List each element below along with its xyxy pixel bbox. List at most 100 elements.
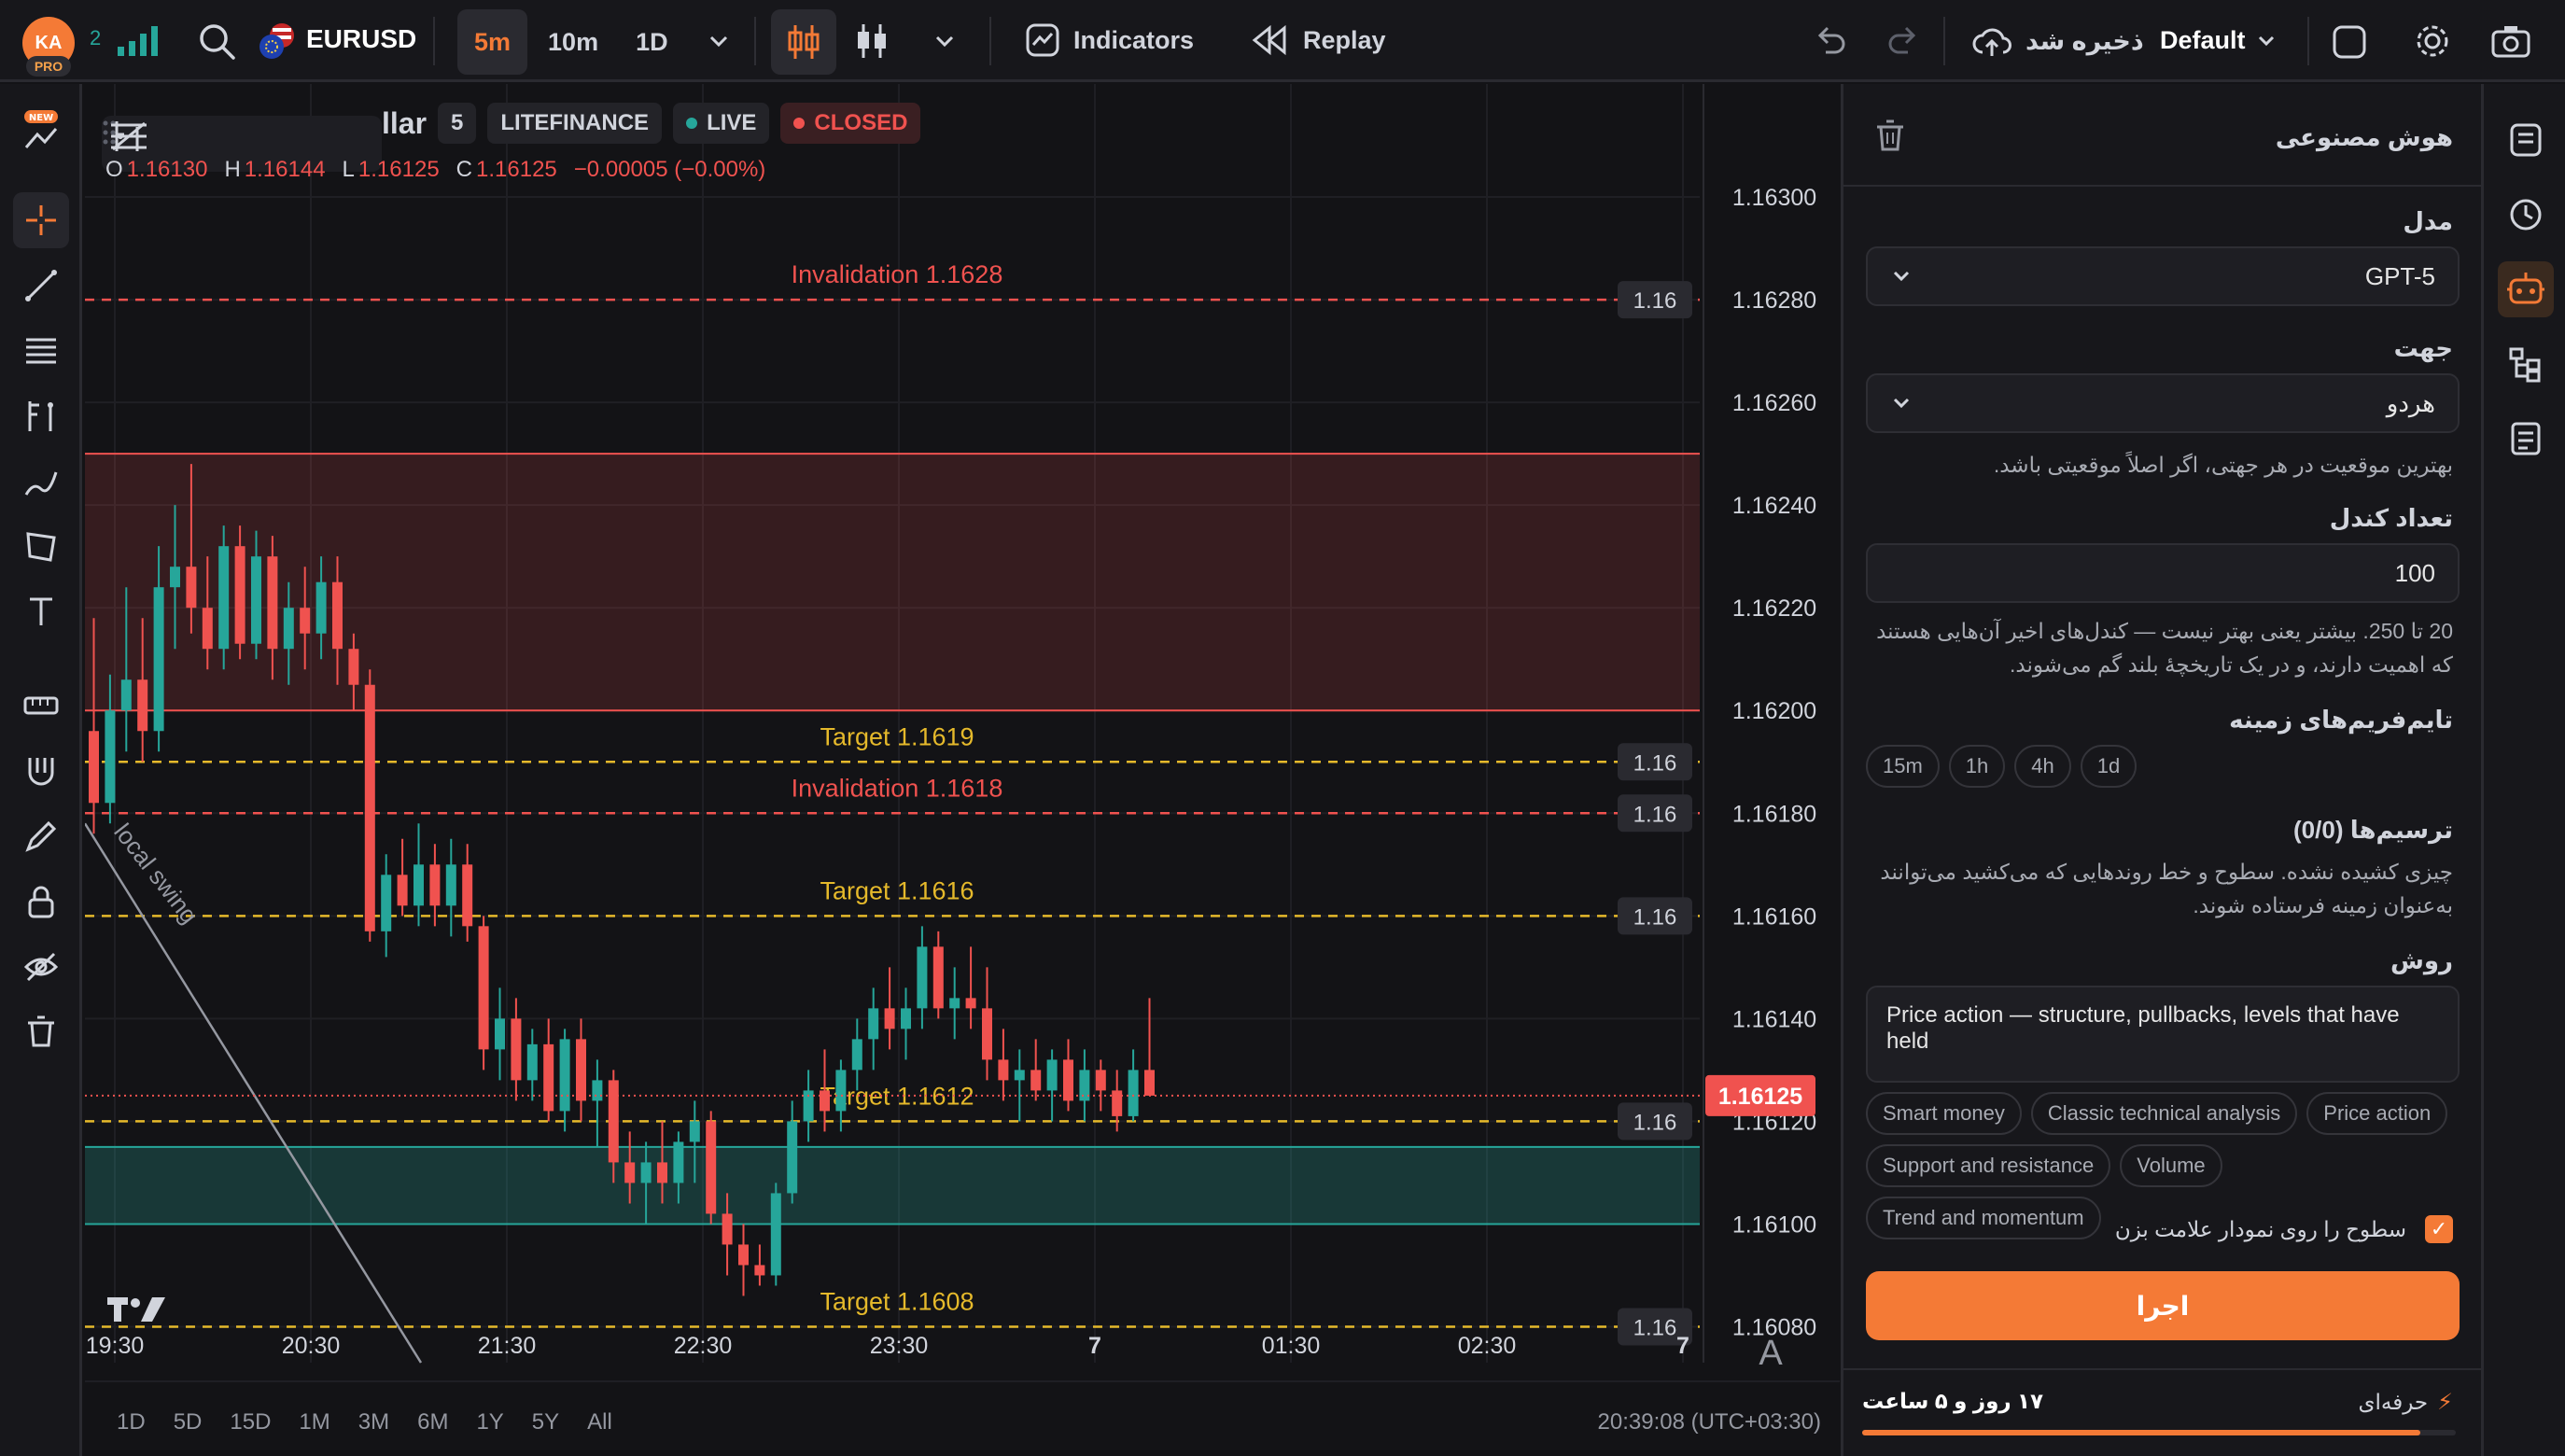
replay-icon bbox=[1252, 24, 1286, 56]
trendline-tool-icon[interactable] bbox=[13, 258, 69, 314]
candle-body bbox=[689, 1121, 700, 1142]
bars-chart-type-icon[interactable] bbox=[853, 21, 890, 66]
camera-icon[interactable] bbox=[2490, 22, 2531, 64]
drawings-label: ترسیم‌ها (0/0) bbox=[2292, 816, 2453, 844]
candle-body bbox=[251, 556, 261, 644]
candle-body bbox=[884, 1008, 895, 1029]
timeframe-selector: 5m 10m 1D bbox=[457, 9, 685, 75]
ai-robot-icon[interactable] bbox=[2498, 261, 2554, 317]
direction-select[interactable]: هردو bbox=[1866, 373, 2460, 433]
symbol-name[interactable]: EURUSD bbox=[306, 24, 416, 54]
live-label: LIVE bbox=[707, 110, 757, 135]
layout-selector[interactable]: Default bbox=[2160, 26, 2278, 55]
search-icon[interactable] bbox=[196, 21, 237, 66]
range-6m[interactable]: 6M bbox=[417, 1409, 448, 1435]
price-tick-label: 1.16100 bbox=[1732, 1211, 1816, 1238]
replay-button[interactable]: Replay bbox=[1234, 22, 1403, 58]
text-tool-icon[interactable] bbox=[13, 584, 69, 640]
ruler-icon[interactable] bbox=[13, 678, 69, 734]
object-tree-icon[interactable] bbox=[2498, 336, 2554, 392]
range-15d[interactable]: 15D bbox=[230, 1409, 271, 1435]
candle-body bbox=[495, 1018, 505, 1050]
timeframe-1d[interactable]: 1D bbox=[619, 9, 685, 75]
fullscreen-icon[interactable] bbox=[2332, 24, 2367, 64]
range-1m[interactable]: 1M bbox=[299, 1409, 329, 1435]
price-chart[interactable]: Invalidation 1.1628 1.16 Target 1.1619 1.16… bbox=[85, 84, 1840, 1456]
price-tick-label: 1.16260 bbox=[1732, 390, 1816, 416]
mark-levels-row[interactable]: ✓ سطوح را روی نمودار علامت بزن bbox=[2115, 1215, 2453, 1243]
undo-icon[interactable] bbox=[1813, 22, 1850, 64]
chart-clock[interactable]: 20:39:08 (UTC+03:30) bbox=[1598, 1409, 1821, 1435]
clock-alerts-icon[interactable] bbox=[2498, 187, 2554, 243]
method-textarea[interactable]: Price action — structure, pullbacks, lev… bbox=[1866, 986, 2460, 1083]
cloud-upload-icon bbox=[1972, 28, 2011, 56]
htf-chip-15m[interactable]: 15m bbox=[1866, 745, 1940, 788]
range-all[interactable]: All bbox=[587, 1409, 612, 1435]
new-feature-icon[interactable]: NEW bbox=[13, 103, 69, 159]
timeframe-10m[interactable]: 10m bbox=[531, 9, 615, 75]
run-button[interactable]: اجرا bbox=[1866, 1271, 2460, 1340]
candle-body bbox=[1063, 1059, 1073, 1101]
method-chip-volume[interactable]: Volume bbox=[2120, 1144, 2222, 1187]
method-chip-classic-ta[interactable]: Classic technical analysis bbox=[2030, 1092, 2298, 1135]
model-select[interactable]: GPT-5 bbox=[1866, 246, 2460, 306]
range-5d[interactable]: 5D bbox=[174, 1409, 203, 1435]
method-chip-support-resistance[interactable]: Support and resistance bbox=[1866, 1144, 2111, 1187]
candle-body bbox=[202, 608, 213, 650]
candle-body bbox=[949, 998, 960, 1009]
supply-zone bbox=[85, 454, 1700, 711]
signal-strength-icon[interactable] bbox=[116, 24, 161, 63]
candle-body bbox=[998, 1059, 1009, 1081]
chart-canvas[interactable]: Invalidation 1.1628 1.16 Target 1.1619 1.16… bbox=[85, 84, 1840, 1456]
pro-badge: PRO bbox=[26, 56, 71, 77]
auto-scale-button[interactable]: A bbox=[1759, 1334, 1783, 1373]
save-status-button[interactable]: ذخیره شد bbox=[1971, 22, 2144, 60]
method-chip-price-action[interactable]: Price action bbox=[2306, 1092, 2448, 1135]
candles-input[interactable]: 100 bbox=[1866, 543, 2460, 603]
candle-body bbox=[234, 546, 245, 644]
settings-gear-icon[interactable] bbox=[2414, 22, 2451, 64]
candle-body bbox=[381, 875, 392, 931]
method-chip-smart-money[interactable]: Smart money bbox=[1866, 1092, 2022, 1135]
method-chip-trend-momentum[interactable]: Trend and momentum bbox=[1866, 1197, 2101, 1239]
indicators-button[interactable]: Indicators bbox=[1008, 22, 1211, 58]
range-3m[interactable]: 3M bbox=[358, 1409, 389, 1435]
pattern-tool-icon[interactable] bbox=[13, 519, 69, 575]
delete-trash-icon[interactable] bbox=[1871, 118, 1909, 160]
htf-chip-4h[interactable]: 4h bbox=[2014, 745, 2071, 788]
mark-levels-checkbox[interactable]: ✓ bbox=[2425, 1215, 2453, 1243]
fib-levels-tool-icon[interactable] bbox=[13, 323, 69, 379]
range-5y[interactable]: 5Y bbox=[532, 1409, 559, 1435]
watchlist-icon[interactable] bbox=[2498, 112, 2554, 168]
candle-body bbox=[592, 1080, 603, 1101]
pitchfork-tool-icon[interactable] bbox=[13, 388, 69, 444]
htf-chip-1h[interactable]: 1h bbox=[1948, 745, 2006, 788]
candles-chart-type-icon[interactable] bbox=[771, 9, 836, 75]
notes-icon[interactable] bbox=[2498, 411, 2554, 467]
chart-type-dropdown-icon[interactable] bbox=[932, 28, 958, 59]
range-1d[interactable]: 1D bbox=[117, 1409, 146, 1435]
trash-icon[interactable] bbox=[13, 1004, 69, 1060]
timeframe-5m[interactable]: 5m bbox=[457, 9, 528, 75]
magnet-icon[interactable] bbox=[13, 743, 69, 799]
brush-tool-icon[interactable] bbox=[13, 454, 69, 510]
htf-chip-1d[interactable]: 1d bbox=[2080, 745, 2138, 788]
candle-body bbox=[315, 581, 327, 634]
crosshair-icon[interactable] bbox=[13, 192, 69, 248]
time-tick-label: 22:30 bbox=[674, 1333, 733, 1359]
hide-eye-icon[interactable] bbox=[13, 939, 69, 995]
price-tick-label: 1.16180 bbox=[1732, 801, 1816, 827]
closed-label: CLOSED bbox=[814, 110, 908, 135]
timeframe-dropdown-icon[interactable] bbox=[706, 28, 732, 59]
lock-icon[interactable] bbox=[13, 874, 69, 930]
plan-label: حرفه‌ای bbox=[2358, 1390, 2429, 1414]
range-1y[interactable]: 1Y bbox=[476, 1409, 503, 1435]
redo-icon[interactable] bbox=[1884, 22, 1921, 64]
htf-chips: 15m 1h 4h 1d bbox=[1866, 745, 2459, 788]
pencil-icon[interactable] bbox=[13, 808, 69, 864]
interval-badge: 5 bbox=[438, 103, 477, 144]
candle-body bbox=[965, 998, 976, 1009]
quick-channel-icon[interactable] bbox=[102, 116, 156, 157]
open-value: 1.16130 bbox=[126, 157, 208, 182]
candle-body bbox=[835, 1070, 847, 1112]
